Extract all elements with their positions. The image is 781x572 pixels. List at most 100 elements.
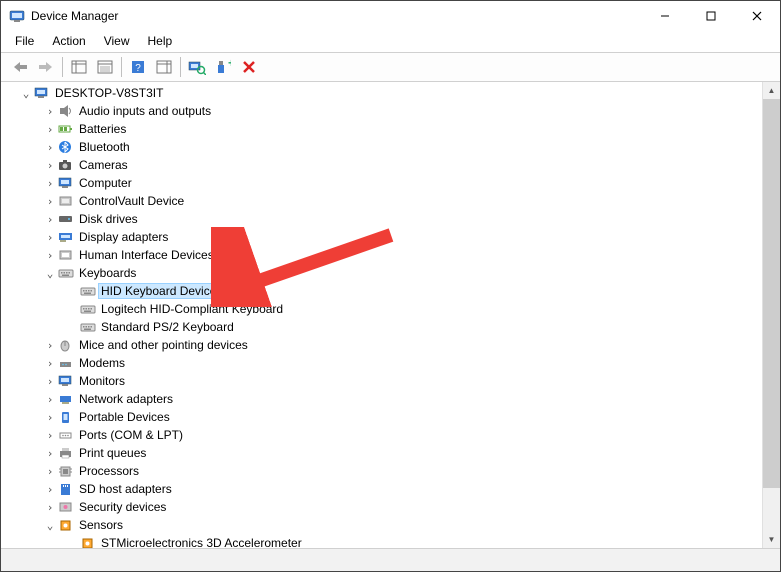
tree-category-portable[interactable]: › Portable Devices: [5, 408, 762, 426]
computer-icon: [33, 85, 51, 101]
chevron-right-icon[interactable]: ›: [43, 466, 57, 477]
chevron-down-icon[interactable]: ⌄: [19, 88, 33, 99]
minimize-button[interactable]: [642, 1, 688, 31]
tree-category-diskdrives[interactable]: › Disk drives: [5, 210, 762, 228]
battery-icon: [57, 121, 75, 137]
tree-label: Processors: [77, 464, 141, 478]
chevron-right-icon[interactable]: ›: [43, 502, 57, 513]
chevron-right-icon[interactable]: ›: [43, 196, 57, 207]
tree-category-controlvault[interactable]: › ControlVault Device: [5, 192, 762, 210]
window-title: Device Manager: [31, 9, 642, 23]
chevron-right-icon[interactable]: ›: [43, 232, 57, 243]
tree-category-keyboards[interactable]: ⌄ Keyboards: [5, 264, 762, 282]
tree-item-logitech-keyboard[interactable]: › Logitech HID-Compliant Keyboard: [5, 300, 762, 318]
tree-label: Portable Devices: [77, 410, 172, 424]
close-button[interactable]: [734, 1, 780, 31]
device-icon: [57, 193, 75, 209]
tree-category-displayadapters[interactable]: › Display adapters: [5, 228, 762, 246]
chevron-right-icon[interactable]: ›: [43, 178, 57, 189]
tree-category-modems[interactable]: › Modems: [5, 354, 762, 372]
tree-category-printqueues[interactable]: › Print queues: [5, 444, 762, 462]
maximize-button[interactable]: [688, 1, 734, 31]
tree-category-security[interactable]: › Security devices: [5, 498, 762, 516]
keyboard-icon: [79, 301, 97, 317]
show-hide-action-pane-button[interactable]: [152, 56, 176, 78]
chevron-right-icon[interactable]: ›: [43, 124, 57, 135]
chevron-right-icon[interactable]: ›: [43, 214, 57, 225]
scroll-down-button[interactable]: ▼: [763, 531, 780, 548]
chevron-right-icon[interactable]: ›: [43, 250, 57, 261]
tree-category-computer[interactable]: › Computer: [5, 174, 762, 192]
chevron-down-icon[interactable]: ⌄: [43, 268, 57, 279]
tree-label: Print queues: [77, 446, 148, 460]
tree-category-sensors[interactable]: ⌄ Sensors: [5, 516, 762, 534]
tree-category-sdhost[interactable]: › SD host adapters: [5, 480, 762, 498]
tree-root[interactable]: ⌄ DESKTOP-V8ST3IT: [5, 84, 762, 102]
vertical-scrollbar[interactable]: ▲ ▼: [762, 82, 780, 548]
tree-label: Cameras: [77, 158, 130, 172]
tree-category-batteries[interactable]: › Batteries: [5, 120, 762, 138]
tree-label: Disk drives: [77, 212, 140, 226]
tree-category-ports[interactable]: › Ports (COM & LPT): [5, 426, 762, 444]
chevron-right-icon[interactable]: ›: [43, 484, 57, 495]
toolbar: ? +: [1, 52, 780, 82]
tree-root-label: DESKTOP-V8ST3IT: [53, 86, 165, 100]
camera-icon: [57, 157, 75, 173]
titlebar: Device Manager: [1, 1, 780, 31]
chevron-down-icon[interactable]: ⌄: [43, 520, 57, 531]
tree-item-stm-accelerometer[interactable]: › STMicroelectronics 3D Accelerometer: [5, 534, 762, 548]
chevron-right-icon[interactable]: ›: [43, 160, 57, 171]
scroll-thumb[interactable]: [763, 99, 780, 488]
tree-label: ControlVault Device: [77, 194, 186, 208]
network-icon: [57, 391, 75, 407]
tree-category-monitors[interactable]: › Monitors: [5, 372, 762, 390]
hid-icon: [57, 247, 75, 263]
chevron-right-icon[interactable]: ›: [43, 106, 57, 117]
tree-category-network[interactable]: › Network adapters: [5, 390, 762, 408]
add-legacy-hardware-button[interactable]: +: [211, 56, 235, 78]
tree-label: Ports (COM & LPT): [77, 428, 185, 442]
chevron-right-icon[interactable]: ›: [43, 394, 57, 405]
menu-file[interactable]: File: [7, 32, 42, 50]
keyboard-icon: [79, 319, 97, 335]
uninstall-device-button[interactable]: [237, 56, 261, 78]
svg-text:+: +: [228, 59, 231, 70]
scan-hardware-button[interactable]: [185, 56, 209, 78]
back-button[interactable]: [8, 56, 32, 78]
chevron-right-icon[interactable]: ›: [43, 376, 57, 387]
tree-item-ps2-keyboard[interactable]: › Standard PS/2 Keyboard: [5, 318, 762, 336]
tree-item-hid-keyboard[interactable]: › HID Keyboard Device: [5, 282, 762, 300]
tree-label: Computer: [77, 176, 134, 190]
portable-device-icon: [57, 409, 75, 425]
speaker-icon: [57, 103, 75, 119]
chevron-right-icon[interactable]: ›: [43, 358, 57, 369]
menu-help[interactable]: Help: [140, 32, 181, 50]
chevron-right-icon[interactable]: ›: [43, 412, 57, 423]
chevron-right-icon[interactable]: ›: [43, 340, 57, 351]
tree-label: HID Keyboard Device: [99, 284, 218, 298]
help-button[interactable]: ?: [126, 56, 150, 78]
tree-category-cameras[interactable]: › Cameras: [5, 156, 762, 174]
show-hide-console-tree-button[interactable]: [67, 56, 91, 78]
tree-category-audio[interactable]: › Audio inputs and outputs: [5, 102, 762, 120]
forward-button[interactable]: [34, 56, 58, 78]
tree-category-hid[interactable]: › Human Interface Devices: [5, 246, 762, 264]
properties-button[interactable]: [93, 56, 117, 78]
menu-view[interactable]: View: [96, 32, 138, 50]
toolbar-separator: [180, 57, 181, 77]
device-tree[interactable]: ⌄ DESKTOP-V8ST3IT › Audio inputs and out…: [1, 82, 762, 548]
menu-action[interactable]: Action: [44, 32, 93, 50]
computer-icon: [57, 175, 75, 191]
scroll-track[interactable]: [763, 99, 780, 531]
keyboard-icon: [79, 283, 97, 299]
chevron-right-icon[interactable]: ›: [43, 142, 57, 153]
tree-label: Keyboards: [77, 266, 138, 280]
scroll-up-button[interactable]: ▲: [763, 82, 780, 99]
chevron-right-icon[interactable]: ›: [43, 448, 57, 459]
tree-label: Security devices: [77, 500, 168, 514]
chevron-right-icon[interactable]: ›: [43, 430, 57, 441]
sensor-icon: [79, 535, 97, 548]
tree-category-processors[interactable]: › Processors: [5, 462, 762, 480]
tree-category-bluetooth[interactable]: › Bluetooth: [5, 138, 762, 156]
tree-category-mice[interactable]: › Mice and other pointing devices: [5, 336, 762, 354]
